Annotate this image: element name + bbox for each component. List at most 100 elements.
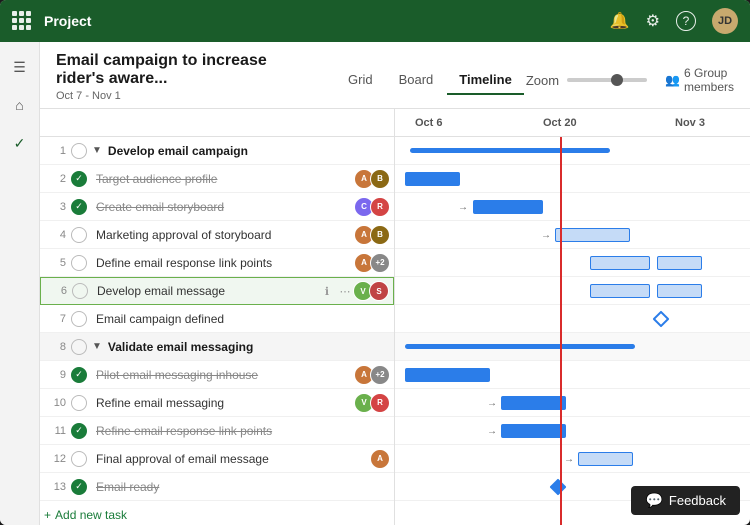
- avatar: S: [369, 281, 389, 301]
- task-name: Target audience profile: [92, 172, 358, 186]
- task-name: Create email storyboard: [92, 200, 358, 214]
- sidebar-check-icon[interactable]: ✓: [5, 128, 35, 158]
- gantt-bar: [590, 256, 650, 270]
- expand-icon[interactable]: ▼: [92, 341, 102, 352]
- task-avatars: V R: [358, 393, 390, 413]
- project-date: Oct 7 - Nov 1: [56, 90, 312, 102]
- dep-arrow: →: [541, 230, 551, 241]
- task-name: Email campaign defined: [92, 312, 390, 326]
- bell-icon[interactable]: 🔔: [610, 11, 630, 31]
- task-name: Pilot email messaging inhouse: [92, 368, 358, 382]
- gantt-diamond-filled: [550, 479, 567, 496]
- table-row: 4 Marketing approval of storyboard A B: [40, 221, 394, 249]
- feedback-button[interactable]: 💬 Feedback: [631, 486, 740, 515]
- gantt-header: Oct 6 Oct 20 Nov 3: [395, 109, 750, 137]
- add-task-label: Add new task: [55, 508, 127, 522]
- app-title: Project: [44, 13, 598, 29]
- task-name: Final approval of email message: [92, 452, 374, 466]
- add-icon: +: [44, 508, 51, 522]
- table-row: 11 Refine email response link points: [40, 417, 394, 445]
- zoom-label: Zoom: [526, 73, 559, 88]
- gantt-bar: [473, 200, 543, 214]
- nav-tabs: Grid Board Timeline Zoom 👥 6 Group membe…: [336, 66, 734, 95]
- table-row: 2 Target audience profile A B: [40, 165, 394, 193]
- title-icons: 🔔 ⚙ ? JD: [610, 8, 738, 34]
- gantt-row: →: [395, 193, 750, 221]
- date-oct20: Oct 20: [543, 117, 577, 129]
- gantt-diamond: [653, 311, 670, 328]
- app-grid-icon[interactable]: [12, 11, 32, 31]
- sidebar-menu-icon[interactable]: ☰: [5, 52, 35, 82]
- gantt-bar: [657, 256, 702, 270]
- zoom-section: Zoom: [526, 73, 647, 88]
- table-row: 12 Final approval of email message A: [40, 445, 394, 473]
- user-avatar[interactable]: JD: [712, 8, 738, 34]
- avatar: B: [370, 169, 390, 189]
- gantt-bar: [501, 424, 566, 438]
- gantt-bar: [578, 452, 633, 466]
- gantt-bar: [405, 344, 635, 349]
- table-row: 8 ▼ Validate email messaging: [40, 333, 394, 361]
- table-row: 5 Define email response link points A +2: [40, 249, 394, 277]
- task-name: Marketing approval of storyboard: [92, 228, 358, 242]
- task-avatars: A +2: [358, 365, 390, 385]
- gantt-row: [395, 165, 750, 193]
- gantt-area: Oct 6 Oct 20 Nov 3: [395, 109, 750, 525]
- task-avatars: A B: [358, 169, 390, 189]
- task-name: Refine email response link points: [92, 424, 390, 438]
- tab-board[interactable]: Board: [387, 66, 446, 95]
- dep-arrow: →: [458, 202, 468, 213]
- avatar: R: [370, 393, 390, 413]
- gantt-row: [395, 333, 750, 361]
- table-row: 9 Pilot email messaging inhouse A +2: [40, 361, 394, 389]
- project-title: Email campaign to increase rider's aware…: [56, 52, 312, 88]
- task-name: Develop email campaign: [104, 144, 390, 158]
- avatar: B: [370, 225, 390, 245]
- gantt-row: [395, 277, 750, 305]
- gantt-bar: [555, 228, 630, 242]
- group-icon: 👥: [665, 73, 680, 87]
- table-row: 3 Create email storyboard C R: [40, 193, 394, 221]
- tab-timeline[interactable]: Timeline: [447, 66, 524, 95]
- info-icon[interactable]: ℹ: [319, 283, 335, 299]
- gantt-body: → →: [395, 137, 750, 525]
- task-avatars: A B: [358, 225, 390, 245]
- task-name: Define email response link points: [92, 256, 358, 270]
- gantt-row: →: [395, 221, 750, 249]
- gear-icon[interactable]: ⚙: [646, 11, 660, 31]
- task-name: Validate email messaging: [104, 340, 390, 354]
- dep-arrow: →: [564, 454, 574, 465]
- tab-grid[interactable]: Grid: [336, 66, 385, 95]
- avatar: A: [370, 449, 390, 469]
- table-row: 6 Develop email message ℹ ⋯ V S: [40, 277, 394, 305]
- task-avatars: V S: [357, 281, 389, 301]
- help-icon[interactable]: ?: [676, 11, 696, 31]
- feedback-icon: 💬: [645, 492, 662, 509]
- table-row: 7 Email campaign defined: [40, 305, 394, 333]
- gantt-bar: [405, 368, 490, 382]
- main-content: ☰ ⌂ ✓ Email campaign to increase rider's…: [0, 42, 750, 525]
- gantt-bar: [590, 284, 650, 298]
- task-name: Refine email messaging: [92, 396, 358, 410]
- gantt-row: [395, 305, 750, 333]
- group-members[interactable]: 👥 6 Group members: [665, 66, 734, 94]
- dep-arrow: →: [487, 426, 497, 437]
- gantt-row: [395, 137, 750, 165]
- today-line: [560, 137, 562, 525]
- add-task-row[interactable]: + Add new task: [40, 501, 394, 525]
- task-name: Develop email message: [93, 284, 319, 298]
- date-oct6: Oct 6: [415, 117, 443, 129]
- date-nov3: Nov 3: [675, 117, 705, 129]
- gantt-row: [395, 249, 750, 277]
- expand-icon[interactable]: ▼: [92, 145, 102, 156]
- gantt-bar: [405, 172, 460, 186]
- avatar: R: [370, 197, 390, 217]
- table-row: 10 Refine email messaging V R: [40, 389, 394, 417]
- zoom-slider[interactable]: [567, 78, 647, 82]
- more-icon[interactable]: ⋯: [337, 283, 353, 299]
- task-info-icons: ℹ ⋯: [319, 283, 353, 299]
- dep-arrow: →: [487, 398, 497, 409]
- left-sidebar: ☰ ⌂ ✓: [0, 42, 40, 525]
- sidebar-home-icon[interactable]: ⌂: [5, 90, 35, 120]
- gantt-row: →: [395, 445, 750, 473]
